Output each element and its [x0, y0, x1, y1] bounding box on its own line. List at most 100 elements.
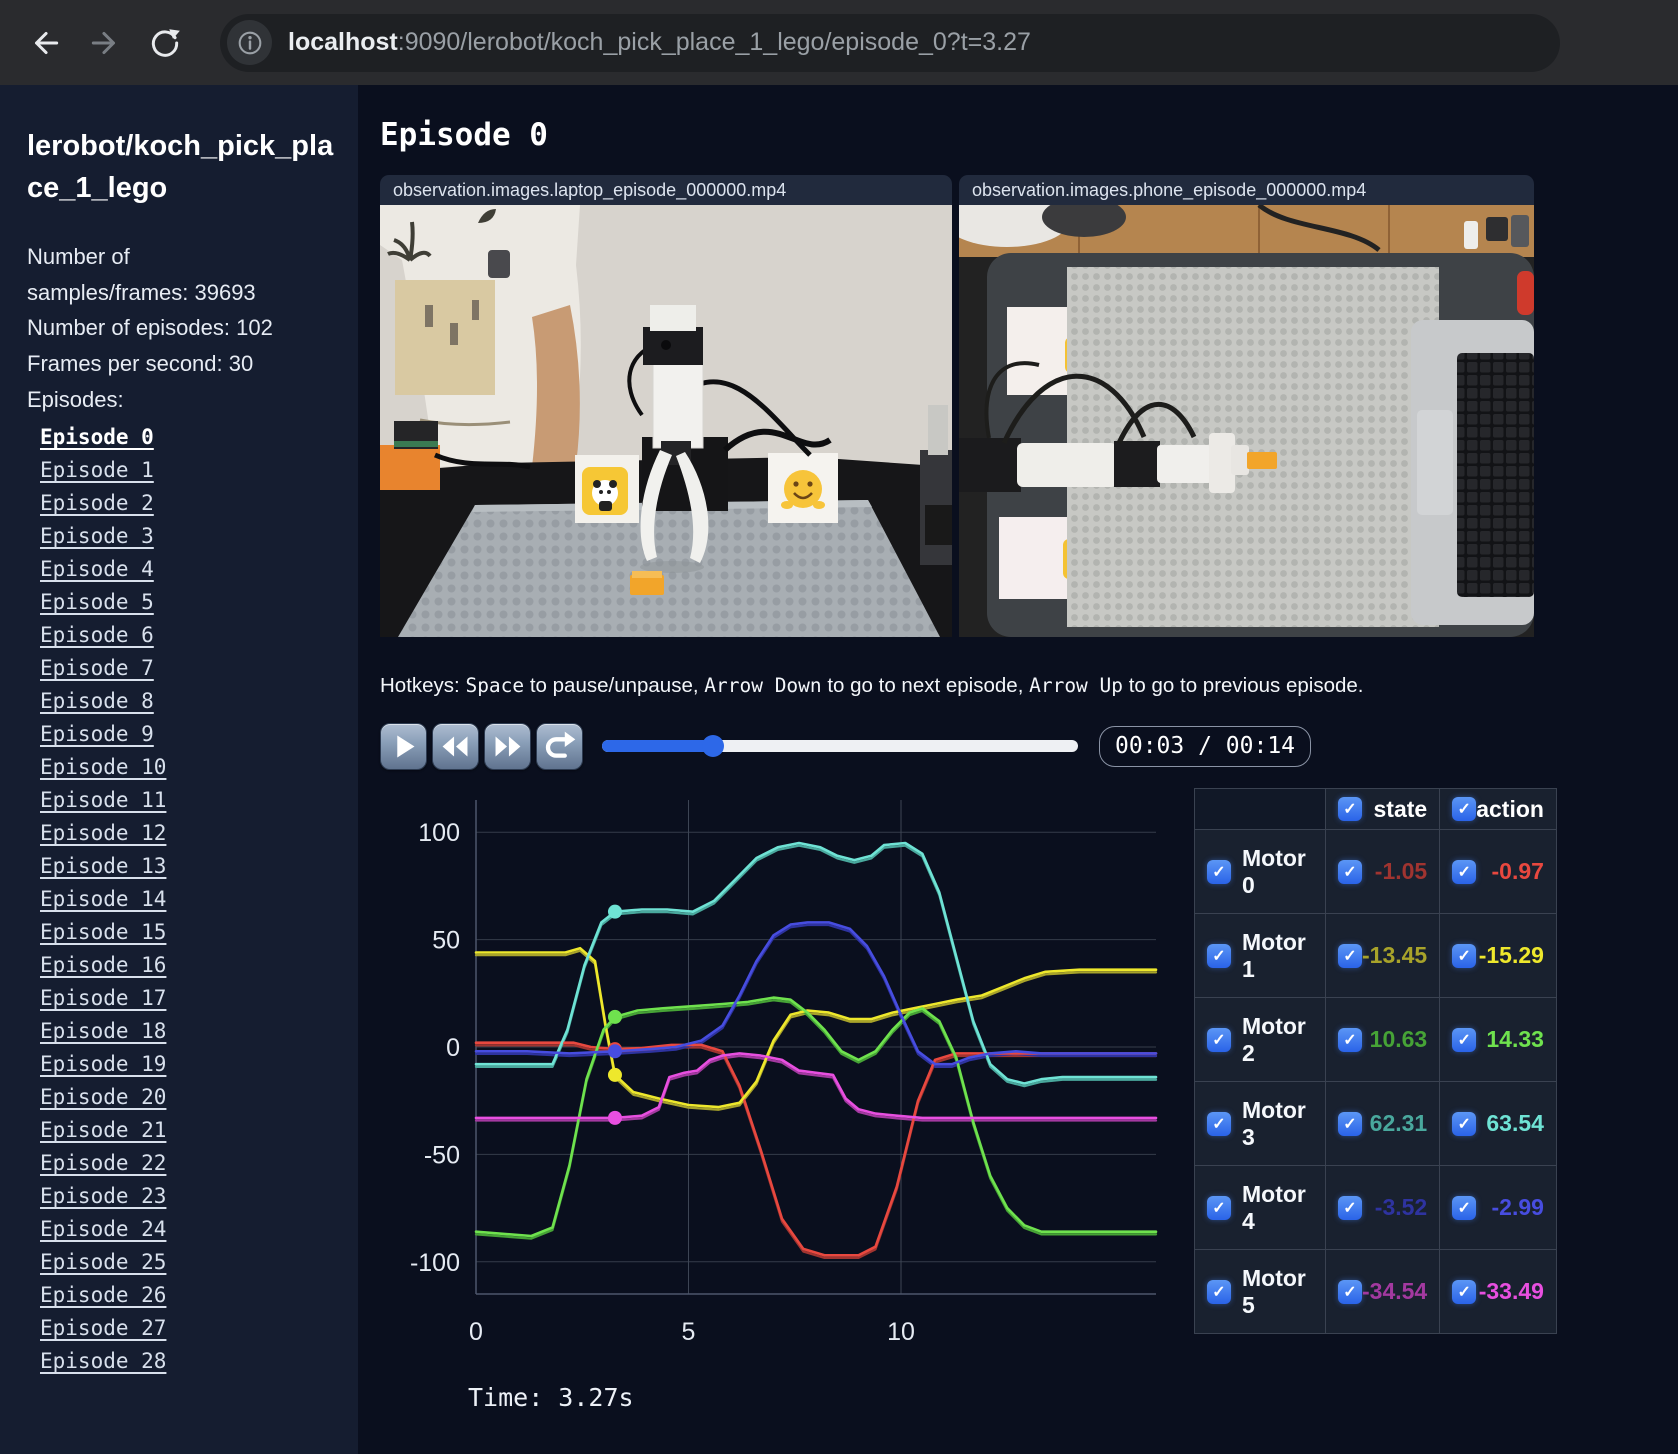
motor-chart[interactable]: -100 -50 0 50 100 0 5 10 Time: 3.27s — [380, 788, 1172, 1412]
episode-link-9[interactable]: Episode 9 — [40, 718, 154, 751]
motor-2-state-checkbox[interactable]: ✓ — [1338, 1027, 1362, 1052]
motor-2-checkbox[interactable]: ✓ — [1207, 1027, 1231, 1052]
motor-1-action-value: -15.29 — [1478, 942, 1544, 968]
episode-link-16[interactable]: Episode 16 — [40, 949, 166, 982]
episode-link-17[interactable]: Episode 17 — [40, 982, 166, 1015]
episode-link-20[interactable]: Episode 20 — [40, 1081, 166, 1114]
episode-link-11[interactable]: Episode 11 — [40, 784, 166, 817]
orange-brick — [1247, 452, 1277, 469]
motor-row-2: ✓ Motor 2 ✓ 10.63 ✓ 14.33 — [1194, 997, 1557, 1082]
episode-link-25[interactable]: Episode 25 — [40, 1246, 166, 1279]
episode-link-27[interactable]: Episode 27 — [40, 1312, 166, 1345]
motor-3-label: Motor 3 — [1242, 1096, 1306, 1150]
episode-link-15[interactable]: Episode 15 — [40, 916, 166, 949]
episode-link-22[interactable]: Episode 22 — [40, 1147, 166, 1180]
motor-1-checkbox[interactable]: ✓ — [1207, 943, 1231, 968]
seek-slider[interactable] — [602, 734, 1078, 758]
motor-5-state-value: -34.54 — [1362, 1278, 1428, 1304]
phone-camera-video[interactable] — [959, 205, 1534, 637]
motor-4-action-checkbox[interactable]: ✓ — [1452, 1195, 1477, 1220]
browser-toolbar: localhost:9090/lerobot/koch_pick_place_1… — [0, 0, 1678, 85]
motor-1-state-checkbox[interactable]: ✓ — [1338, 943, 1362, 968]
video-title-laptop: observation.images.laptop_episode_000000… — [380, 175, 952, 205]
motor-1-state-value: -13.45 — [1362, 942, 1428, 968]
fast-forward-icon — [495, 735, 521, 757]
episode-heading: Episode 0 — [380, 117, 548, 153]
laptop-camera-video[interactable] — [380, 205, 952, 637]
motor-5-action-checkbox[interactable]: ✓ — [1452, 1279, 1477, 1304]
svg-text:-100: -100 — [410, 1249, 460, 1277]
browser-reload-button[interactable] — [140, 18, 190, 68]
browser-back-button[interactable] — [20, 18, 70, 68]
episode-link-0[interactable]: Episode 0 — [40, 421, 154, 454]
motor-5-state-checkbox[interactable]: ✓ — [1338, 1279, 1362, 1304]
loop-button[interactable] — [536, 722, 583, 770]
url-bar[interactable]: localhost:9090/lerobot/koch_pick_place_1… — [220, 13, 1560, 72]
episode-link-1[interactable]: Episode 1 — [40, 454, 154, 487]
motor-table-corner — [1194, 788, 1326, 830]
reload-icon — [151, 28, 180, 57]
svg-text:0: 0 — [469, 1318, 483, 1346]
motor-0-state-checkbox[interactable]: ✓ — [1338, 859, 1362, 884]
hotkey-text-4: to go to next episode, — [821, 674, 1030, 697]
svg-text:100: 100 — [418, 819, 460, 847]
episode-link-26[interactable]: Episode 26 — [40, 1279, 166, 1312]
site-info-icon[interactable] — [227, 20, 272, 65]
action-column-checkbox[interactable]: ✓ — [1452, 797, 1477, 821]
episode-link-10[interactable]: Episode 10 — [40, 751, 166, 784]
motor-1-action-checkbox[interactable]: ✓ — [1452, 943, 1477, 968]
motor-5-checkbox[interactable]: ✓ — [1207, 1279, 1231, 1304]
panda-sticker-box — [575, 455, 639, 523]
motor-chart-svg[interactable]: -100 -50 0 50 100 0 5 10 — [380, 788, 1172, 1378]
motor-2-state-value: 10.63 — [1369, 1026, 1428, 1052]
hotkey-key-1: Space — [465, 674, 525, 697]
motor-0-label: Motor 0 — [1242, 844, 1306, 898]
hotkey-text-0: Hotkeys: — [380, 674, 466, 697]
episode-link-24[interactable]: Episode 24 — [40, 1213, 166, 1246]
browser-forward-button[interactable] — [80, 18, 130, 68]
forward-arrow-icon — [91, 31, 115, 54]
hotkey-text-2: to pause/unpause, — [524, 674, 705, 697]
fast-forward-button[interactable] — [484, 722, 531, 770]
episode-link-19[interactable]: Episode 19 — [40, 1048, 166, 1081]
rewind-button[interactable] — [432, 722, 479, 770]
episode-list: Episode 0 Episode 1 Episode 2 Episode 3 Epis… — [27, 421, 358, 1378]
svg-text:0: 0 — [446, 1034, 460, 1062]
stat-line-0: Number of samples/frames: 39693 — [27, 244, 256, 305]
episode-link-5[interactable]: Episode 5 — [40, 586, 154, 619]
motor-2-action-checkbox[interactable]: ✓ — [1452, 1027, 1477, 1052]
state-column-checkbox[interactable]: ✓ — [1338, 797, 1362, 821]
motor-3-state-checkbox[interactable]: ✓ — [1338, 1111, 1362, 1136]
play-icon — [397, 734, 415, 758]
episode-link-8[interactable]: Episode 8 — [40, 685, 154, 718]
episode-link-13[interactable]: Episode 13 — [40, 850, 166, 883]
motor-3-action-checkbox[interactable]: ✓ — [1452, 1111, 1477, 1136]
playback-controls: 00:03 / 00:14 — [380, 722, 1678, 770]
episode-link-28[interactable]: Episode 28 — [40, 1345, 166, 1378]
motor-4-checkbox[interactable]: ✓ — [1207, 1195, 1231, 1220]
episode-link-23[interactable]: Episode 23 — [40, 1180, 166, 1213]
episode-link-7[interactable]: Episode 7 — [40, 652, 154, 685]
motor-4-state-value: -3.52 — [1374, 1194, 1428, 1220]
motor-0-action-value: -0.97 — [1491, 858, 1544, 884]
motor-3-checkbox[interactable]: ✓ — [1207, 1111, 1231, 1136]
episode-link-3[interactable]: Episode 3 — [40, 520, 154, 553]
motor-row-4: ✓ Motor 4 ✓ -3.52 ✓ -2.99 — [1194, 1165, 1557, 1250]
loop-icon — [545, 731, 576, 758]
motor-4-state-checkbox[interactable]: ✓ — [1338, 1195, 1362, 1220]
episode-link-2[interactable]: Episode 2 — [40, 487, 154, 520]
video-panel-phone: observation.images.phone_episode_000000.… — [959, 175, 1534, 637]
hugging-face-sticker-box — [768, 453, 838, 523]
episode-link-14[interactable]: Episode 14 — [40, 883, 166, 916]
episode-link-4[interactable]: Episode 4 — [40, 553, 154, 586]
play-button[interactable] — [380, 722, 427, 770]
episode-link-6[interactable]: Episode 6 — [40, 619, 154, 652]
motor-table: ✓ state ✓ action ✓ Motor 0 ✓ -1.05 ✓ -0.97 ✓ Motor … — [1194, 788, 1557, 1334]
motor-5-label: Motor 5 — [1242, 1264, 1306, 1318]
motor-0-checkbox[interactable]: ✓ — [1207, 859, 1231, 884]
episode-link-18[interactable]: Episode 18 — [40, 1015, 166, 1048]
motor-0-action-checkbox[interactable]: ✓ — [1452, 859, 1477, 884]
episode-link-12[interactable]: Episode 12 — [40, 817, 166, 850]
episode-link-21[interactable]: Episode 21 — [40, 1114, 166, 1147]
slider-thumb[interactable] — [702, 735, 725, 757]
